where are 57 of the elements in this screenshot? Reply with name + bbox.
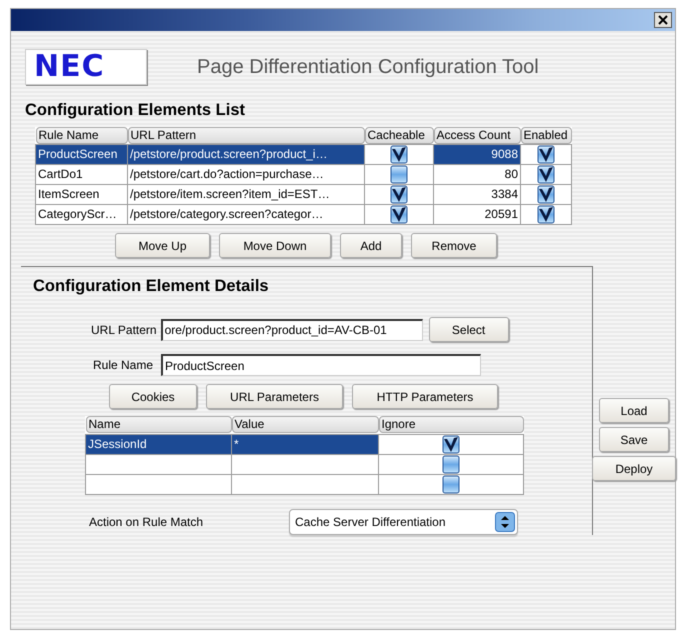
- checkbox[interactable]: [441, 435, 461, 454]
- checkbox[interactable]: [441, 455, 461, 474]
- list-button[interactable]: Move Down: [219, 233, 331, 258]
- action-dropdown[interactable]: Cache Server Differentiation: [289, 508, 518, 535]
- checkbox[interactable]: [389, 146, 409, 164]
- column-header[interactable]: Ignore: [378, 416, 524, 434]
- rule-name-field[interactable]: ProductScreen: [161, 354, 482, 376]
- list-button[interactable]: Remove: [411, 233, 497, 258]
- table-cell: ItemScreen: [36, 184, 128, 205]
- field-label: Action on Rule Match: [89, 514, 204, 531]
- close-button[interactable]: [654, 12, 672, 28]
- field-label: Rule Name: [93, 357, 154, 374]
- checkbox[interactable]: [536, 166, 556, 184]
- table-cell: /petstore/category.screen?categor…: [128, 204, 364, 225]
- checkbox[interactable]: [536, 206, 556, 224]
- column-header[interactable]: Enabled: [520, 127, 572, 144]
- column-header[interactable]: Rule Name: [36, 127, 128, 144]
- table-cell: 80: [434, 164, 520, 185]
- column-header[interactable]: URL Pattern: [128, 127, 364, 144]
- column-header[interactable]: Name: [86, 416, 232, 434]
- table-cell: JSessionId: [86, 434, 232, 454]
- url-pattern-field[interactable]: ore/product.screen?product_id=AV-CB-01: [160, 318, 423, 341]
- table-cell: ProductScreen: [36, 144, 128, 165]
- logo: NEC: [25, 49, 147, 85]
- dropdown-value: Cache Server Differentiation: [295, 514, 446, 531]
- select-button[interactable]: Select: [428, 317, 509, 342]
- checkbox[interactable]: [389, 166, 409, 184]
- list-button[interactable]: Move Up: [115, 233, 210, 258]
- dropdown-arrows-icon: [495, 512, 515, 532]
- section-heading: Configuration Element Details: [33, 277, 270, 298]
- column-header[interactable]: Access Count: [434, 127, 520, 144]
- side-button[interactable]: Load: [599, 398, 669, 424]
- tab-button[interactable]: HTTP Parameters: [352, 384, 498, 410]
- section-heading: Configuration Elements List: [25, 101, 246, 121]
- table-cell: 20591: [434, 204, 520, 225]
- side-button[interactable]: Save: [599, 427, 669, 452]
- table-cell: /petstore/product.screen?product_i…: [128, 144, 364, 165]
- side-button[interactable]: Deploy: [592, 456, 676, 482]
- tab-button[interactable]: URL Parameters: [206, 384, 343, 410]
- column-header[interactable]: Value: [232, 416, 378, 434]
- table-cell: CategoryScr…: [36, 204, 128, 225]
- checkbox[interactable]: [536, 146, 556, 164]
- tab-button[interactable]: Cookies: [109, 384, 197, 410]
- field-label: URL Pattern: [91, 322, 157, 339]
- table-cell: *: [232, 434, 378, 454]
- column-header[interactable]: Cacheable: [364, 127, 434, 144]
- table-cell: 3384: [434, 184, 520, 205]
- table-cell: CartDo1: [36, 164, 128, 185]
- checkbox[interactable]: [441, 475, 461, 494]
- app-title: Page Differentiation Configuration Tool: [197, 55, 539, 80]
- checkbox[interactable]: [389, 206, 409, 224]
- table-cell: 9088: [434, 144, 520, 165]
- checkbox[interactable]: [536, 186, 556, 204]
- list-button[interactable]: Add: [340, 233, 402, 258]
- table-cell: /petstore/item.screen?item_id=EST…: [128, 184, 364, 205]
- checkbox[interactable]: [389, 186, 409, 204]
- table-cell: /petstore/cart.do?action=purchase…: [128, 164, 364, 185]
